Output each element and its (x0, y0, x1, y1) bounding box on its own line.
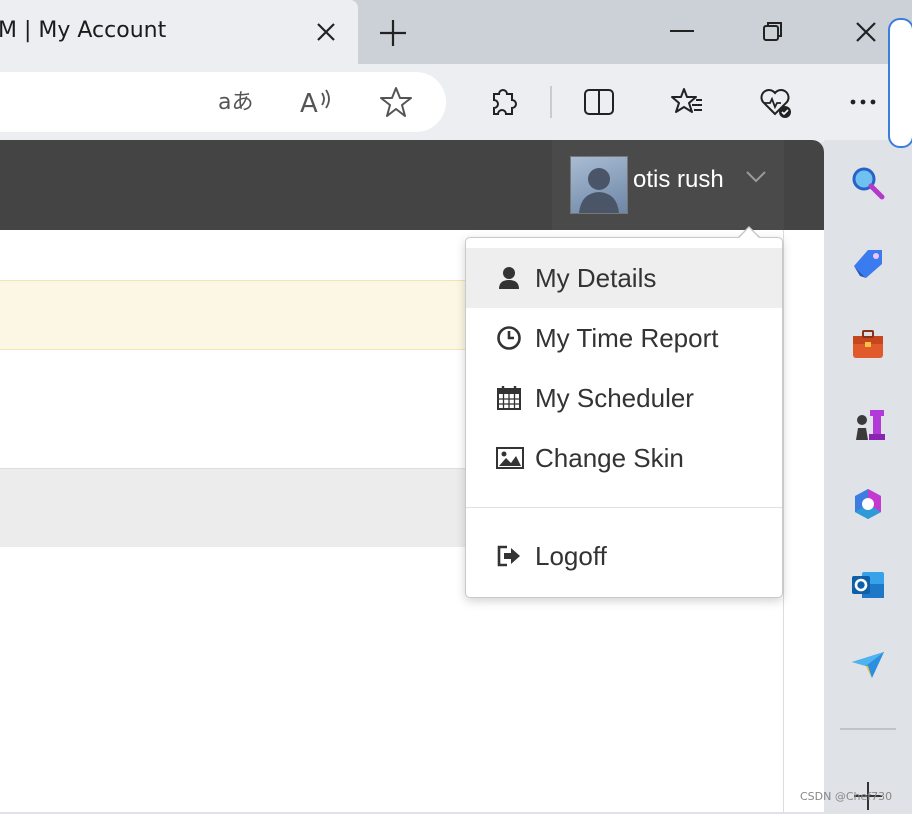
read-aloud-icon[interactable]: A (300, 85, 334, 119)
dropdown-caret-fill (739, 228, 759, 238)
favorites-icon[interactable] (670, 85, 704, 119)
watermark-text: CSDN @Chef730 (800, 790, 893, 803)
translate-icon[interactable]: aあ (218, 85, 252, 119)
menu-item-label: My Details (535, 263, 657, 293)
sidebar-scrollbar[interactable] (888, 18, 912, 148)
menu-item-my-scheduler[interactable]: My Scheduler (466, 368, 782, 428)
calendar-icon (497, 386, 521, 410)
active-tab[interactable]: M | My Account (0, 0, 358, 64)
menu-item-my-details[interactable]: My Details (466, 248, 782, 308)
games-icon[interactable] (850, 406, 886, 442)
app-header: otis rush (0, 140, 824, 230)
address-bar[interactable]: aあ A (0, 72, 446, 132)
menu-item-label: My Scheduler (535, 383, 694, 413)
tab-close-icon[interactable] (314, 20, 338, 44)
clock-icon (497, 326, 521, 350)
microsoft-365-icon[interactable] (850, 486, 886, 522)
browser-essentials-icon[interactable] (758, 85, 792, 119)
menu-item-change-skin[interactable]: Change Skin (466, 428, 782, 488)
menu-item-label: My Time Report (535, 323, 719, 353)
send-icon[interactable] (850, 646, 886, 682)
image-icon (496, 447, 524, 469)
svg-text:aあ: aあ (218, 90, 252, 115)
menu-item-my-time-report[interactable]: My Time Report (466, 308, 782, 368)
new-tab-icon[interactable] (378, 18, 408, 48)
avatar (570, 156, 628, 214)
sidebar-divider (840, 728, 896, 730)
restore-icon[interactable] (762, 20, 784, 42)
menu-item-label: Change Skin (535, 443, 684, 473)
user-menu-toggle[interactable]: otis rush (552, 140, 784, 230)
outlook-icon[interactable] (850, 566, 886, 602)
user-icon (499, 267, 519, 289)
minimize-icon[interactable] (670, 30, 694, 32)
user-dropdown-menu: My Details My Time Report My Scheduler C… (465, 237, 783, 598)
logoff-icon (497, 545, 520, 567)
tools-icon[interactable] (850, 326, 886, 362)
menu-divider (466, 507, 782, 508)
svg-text:A: A (300, 89, 318, 119)
user-name: otis rush (633, 166, 724, 193)
content-border (783, 230, 784, 812)
split-screen-icon[interactable] (582, 85, 616, 119)
notice-bar (0, 280, 480, 350)
chevron-down-icon (746, 171, 766, 183)
search-icon[interactable] (850, 165, 886, 201)
menu-item-logoff[interactable]: Logoff (466, 526, 782, 586)
more-icon[interactable] (846, 85, 880, 119)
toolbar-separator (550, 86, 552, 118)
edge-sidebar (824, 140, 912, 812)
favorite-star-icon[interactable] (379, 85, 413, 119)
menu-item-label: Logoff (535, 541, 607, 571)
extensions-icon[interactable] (486, 85, 520, 119)
window-close-icon[interactable] (854, 20, 878, 44)
tab-title: M | My Account (0, 18, 167, 43)
shopping-tag-icon[interactable] (850, 246, 886, 282)
